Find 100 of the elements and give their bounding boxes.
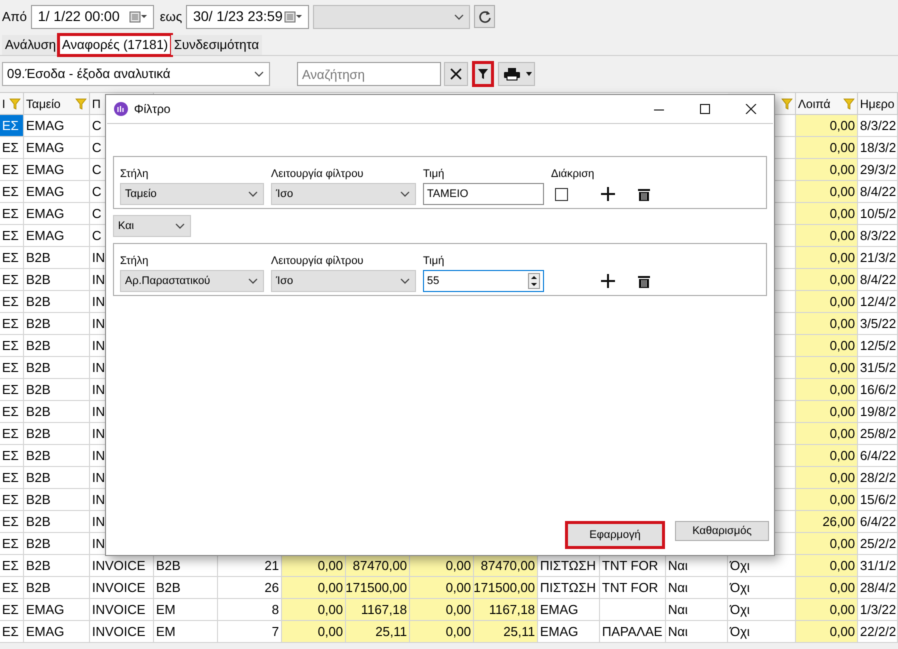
column-header[interactable]: Ημερο	[858, 93, 898, 115]
table-cell: ΕΣ	[0, 599, 24, 621]
table-cell: ΕΣ	[0, 357, 24, 379]
table-cell: B2B	[24, 291, 90, 313]
table-cell: 8/3/22	[858, 225, 898, 247]
table-cell: 0,00	[410, 577, 474, 599]
add-button[interactable]	[600, 273, 616, 289]
close-icon	[743, 104, 759, 114]
table-cell: 21/3/2	[858, 247, 898, 269]
table-cell: 0,00	[796, 423, 858, 445]
date-field[interactable]: 1/ 1/22 00:00	[30, 4, 154, 28]
value-field[interactable]: ΤΑΜΕΙΟ	[423, 183, 544, 205]
table-cell: 0,00	[410, 555, 474, 577]
table-cell: EM	[154, 599, 218, 621]
table-cell: 0,00	[796, 335, 858, 357]
maximize-icon	[697, 104, 713, 114]
table-cell: 1/3/22	[858, 599, 898, 621]
table-cell: ΕΣ	[0, 423, 24, 445]
field-label: Διάκριση	[551, 166, 596, 182]
table-cell: 0,00	[796, 533, 858, 555]
spinner-icon	[528, 273, 540, 289]
table-cell: B2B	[24, 247, 90, 269]
column-header[interactable]: Λοιπά	[796, 93, 858, 115]
table-cell: ΠΙΣΤΩΣΗ	[538, 577, 600, 599]
table-cell: ΕΣ	[0, 203, 24, 225]
chevron-icon	[174, 221, 186, 231]
table-cell: INVOICE	[90, 599, 154, 621]
table-cell: ΕΣ	[0, 137, 24, 159]
table-cell: 18/3/2	[858, 137, 898, 159]
table-cell: 171500,00	[346, 577, 410, 599]
column-header[interactable]: Ταμείο	[24, 93, 90, 115]
refresh-button[interactable]	[474, 5, 496, 28]
chevron-icon	[399, 189, 411, 199]
table-cell: B2B	[24, 313, 90, 335]
field-label: Λειτουργία φίλτρου	[271, 254, 364, 269]
table-cell: B2B	[24, 467, 90, 489]
operation-dropdown[interactable]: Ίσο	[271, 183, 416, 205]
table-cell: ΕΣ	[0, 511, 24, 533]
table-cell: Ναι	[666, 577, 728, 599]
tab[interactable]: Ανάλυση	[2, 35, 60, 55]
table-cell: 0,00	[796, 115, 858, 137]
tab[interactable]: Αναφορές (17181)	[59, 35, 172, 55]
clear-button[interactable]	[444, 62, 468, 86]
table-cell: 6/4/22	[858, 511, 898, 533]
table-cell: ΕΣ	[0, 401, 24, 423]
column-dropdown[interactable]: Ταμείο	[120, 183, 264, 205]
report-dropdown[interactable]: 09.Έσοδα - έξοδα αναλυτικά	[2, 62, 270, 86]
table-cell: Ναι	[666, 621, 728, 643]
caret-icon	[525, 71, 534, 77]
dialog-button[interactable]: Καθαρισμός	[675, 521, 769, 541]
table-cell: 0,00	[796, 313, 858, 335]
delete-button[interactable]	[637, 186, 651, 202]
table-cell: 25,11	[346, 621, 410, 643]
table-cell: ΠΑΡΑΛΑΕ	[600, 621, 666, 643]
table-cell: 0,00	[796, 247, 858, 269]
field-label: Στήλη	[120, 254, 150, 269]
dialog-button[interactable]: Εφαρμογή	[565, 521, 665, 549]
table-cell: INVOICE	[90, 577, 154, 599]
table-cell: B2B	[24, 357, 90, 379]
table-cell: ΕΣ	[0, 555, 24, 577]
table-cell: 0,00	[796, 379, 858, 401]
table-cell: EMAG	[24, 621, 90, 643]
table-cell: B2B	[154, 577, 218, 599]
table-cell: 0,00	[796, 577, 858, 599]
tab[interactable]: Συνδεσιμότητα	[171, 35, 262, 55]
table-cell: 87470,00	[474, 555, 538, 577]
table-cell: ΕΣ	[0, 225, 24, 247]
search-field[interactable]: Αναζήτηση	[297, 62, 441, 86]
filter-button[interactable]	[472, 61, 494, 87]
close-icon	[449, 67, 463, 81]
date-field[interactable]: 30/ 1/23 23:59	[186, 4, 310, 28]
table-cell: 31/5/2	[858, 357, 898, 379]
connector-dropdown[interactable]: Και	[113, 215, 191, 237]
column-header[interactable]: Ι	[0, 93, 24, 115]
table-cell: 19/8/2	[858, 401, 898, 423]
chevron-icon	[453, 12, 466, 22]
table-cell: ΕΣ	[0, 159, 24, 181]
number-field[interactable]: 55	[423, 270, 544, 292]
table-cell: ΕΣ	[0, 313, 24, 335]
table-cell: 1167,18	[346, 599, 410, 621]
chevron-icon	[247, 189, 259, 199]
table-cell: ΕΣ	[0, 181, 24, 203]
table-cell: B2B	[24, 489, 90, 511]
print-button[interactable]	[498, 62, 535, 86]
table-cell: 1167,18	[474, 599, 538, 621]
table-cell: 0,00	[796, 269, 858, 291]
table-cell: 0,00	[796, 599, 858, 621]
table-cell: INVOICE	[90, 621, 154, 643]
operation-dropdown[interactable]: Ίσο	[271, 270, 416, 292]
table-cell: 12/4/2	[858, 291, 898, 313]
column-dropdown[interactable]: Αρ.Παραστατικού	[120, 270, 264, 292]
delete-button[interactable]	[637, 273, 651, 289]
table-cell: 0,00	[796, 225, 858, 247]
checkbox[interactable]	[555, 188, 568, 200]
calendar-icon	[284, 10, 302, 22]
table-cell: ΕΣ	[0, 533, 24, 555]
add-button[interactable]	[600, 186, 616, 202]
table-cell: 87470,00	[346, 555, 410, 577]
table-cell: 0,00	[796, 159, 858, 181]
table-cell: ΕΣ	[0, 247, 24, 269]
